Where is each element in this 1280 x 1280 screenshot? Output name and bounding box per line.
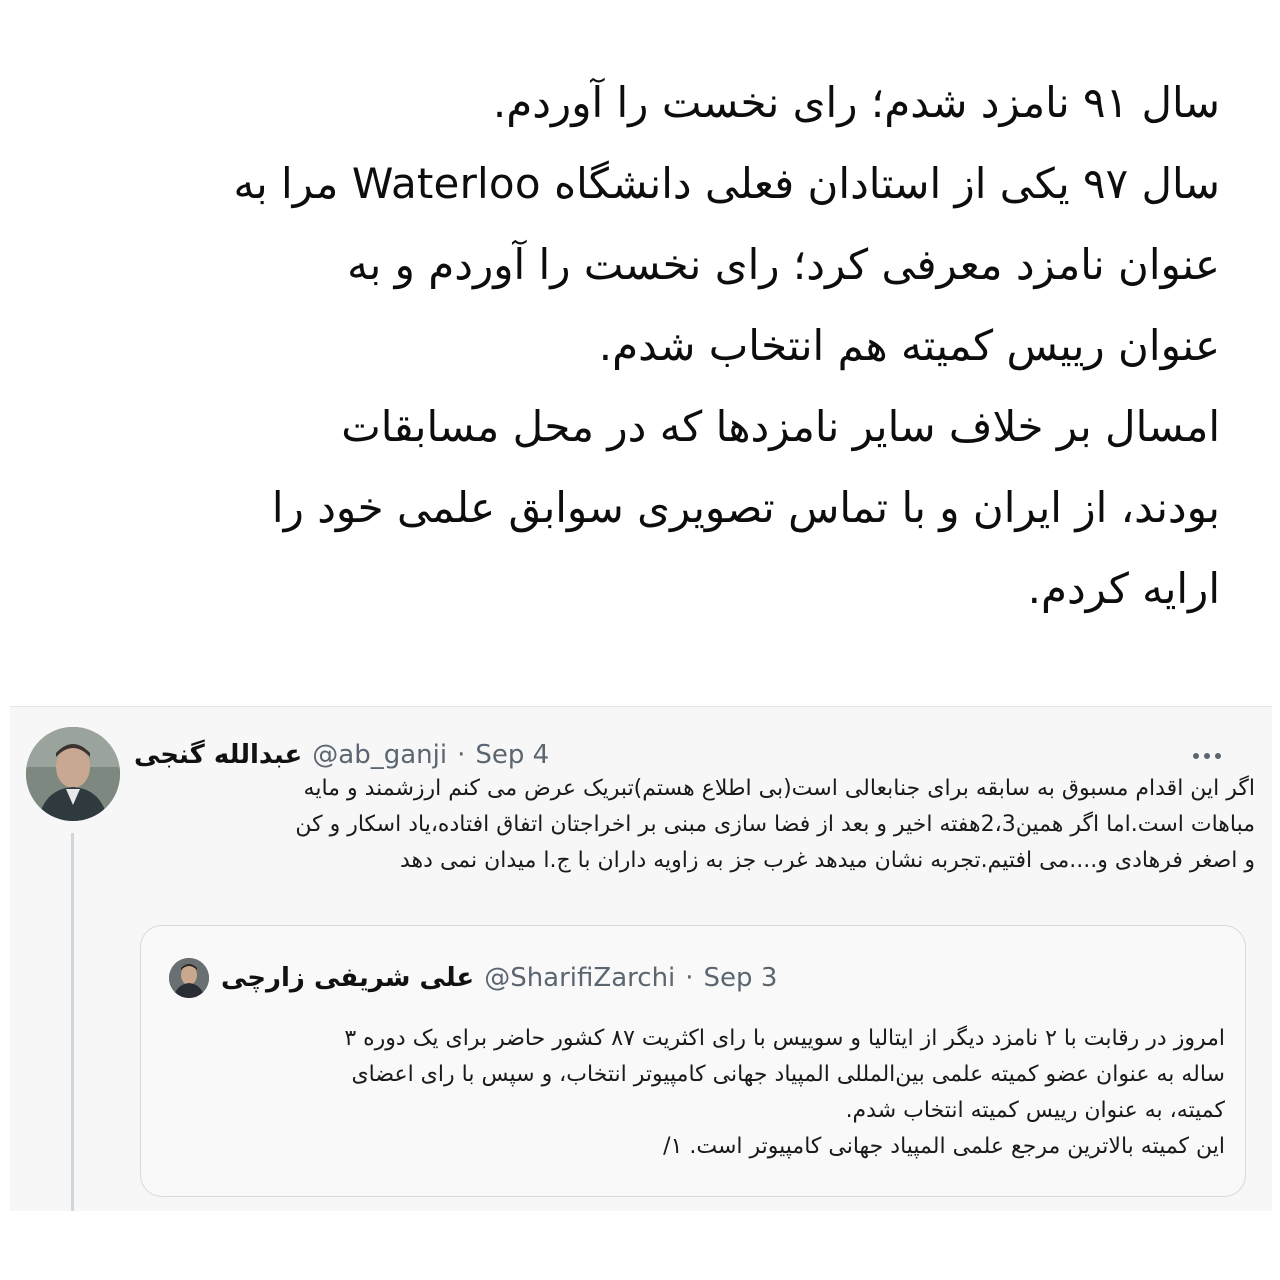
- tweet-body: اگر این اقدام مسبوق به سابقه برای جنابعا…: [130, 771, 1255, 879]
- headline-line: امسال بر خلاف سایر نامزدها که در محل مسا…: [341, 402, 1220, 451]
- quoted-user-handle: @SharifiZarchi: [484, 963, 676, 993]
- quoted-tweet-date: Sep 3: [703, 963, 778, 993]
- quoted-avatar-photo: [169, 958, 209, 998]
- tweet-card[interactable]: عبدالله گنجی @ab_ganji · Sep 4 اگر این ا…: [10, 706, 1272, 1211]
- quoted-text-line: امروز در رقابت با ۲ نامزد دیگر از ایتالی…: [344, 1026, 1225, 1051]
- headline-line: بودند، از ایران و با تماس تصویری سوابق ع…: [271, 483, 1220, 532]
- quoted-text-line: کمیته، به عنوان رییس کمیته انتخاب شدم.: [845, 1098, 1225, 1123]
- separator-dot: ·: [685, 963, 694, 993]
- tweet-header: عبدالله گنجی @ab_ganji · Sep 4: [134, 737, 549, 773]
- tweet-text-line: اگر این اقدام مسبوق به سابقه برای جنابعا…: [303, 776, 1255, 801]
- quoted-body: امروز در رقابت با ۲ نامزد دیگر از ایتالی…: [161, 1021, 1225, 1165]
- tweet-text-line: مباهات است.اما اگر همین2،3هفته اخیر و بع…: [295, 812, 1255, 837]
- display-name[interactable]: عبدالله گنجی: [134, 740, 302, 770]
- headline-line: سال ۹۱ نامزد شدم؛ رای نخست را آوردم.: [492, 78, 1220, 127]
- headline-text: سال ۹۱ نامزد شدم؛ رای نخست را آوردم. سال…: [70, 62, 1220, 629]
- tweet-text-line: و اصغر فرهادی و....می افتیم.تجربه نشان م…: [400, 848, 1255, 873]
- avatar-photo: [26, 727, 120, 821]
- headline-line: عنوان نامزد معرفی کرد؛ رای نخست را آوردم…: [347, 240, 1220, 289]
- quoted-tweet[interactable]: علی شریفی زارچی @SharifiZarchi · Sep 3 ا…: [140, 925, 1246, 1197]
- thread-line: [71, 833, 74, 1211]
- avatar[interactable]: [26, 727, 120, 821]
- quoted-display-name: علی شریفی زارچی: [221, 963, 475, 993]
- user-handle[interactable]: @ab_ganji: [312, 740, 447, 770]
- more-dots-icon[interactable]: [1192, 737, 1222, 767]
- headline-line: عنوان رییس کمیته هم انتخاب شدم.: [598, 321, 1220, 370]
- separator-dot: ·: [457, 740, 466, 770]
- quoted-text-line: این کمیته بالاترین مرجع علمی المپیاد جها…: [663, 1134, 1225, 1159]
- quoted-text-line: ساله به عنوان عضو کمیته علمی بین‌المللی …: [351, 1062, 1225, 1087]
- tweet-date[interactable]: Sep 4: [475, 740, 549, 770]
- headline-line: سال ۹۷ یکی از استادان فعلی دانشگاه Water…: [233, 159, 1220, 208]
- headline-line: ارایه کردم.: [1027, 564, 1220, 613]
- quoted-header: علی شریفی زارچی @SharifiZarchi · Sep 3: [221, 960, 777, 996]
- quoted-avatar: [169, 958, 209, 998]
